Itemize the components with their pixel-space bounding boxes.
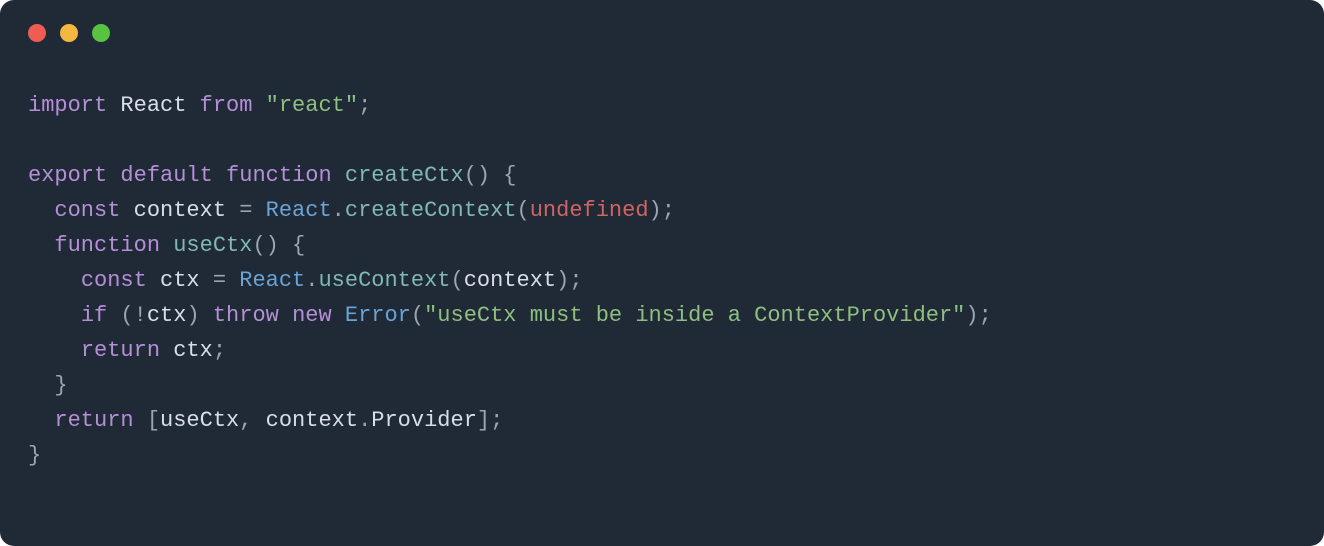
code-token: React xyxy=(239,268,305,293)
code-token xyxy=(28,338,81,363)
code-token xyxy=(160,233,173,258)
code-line: export default function createCtx() { xyxy=(28,163,517,188)
window-controls xyxy=(28,24,1296,42)
code-token: createContext xyxy=(345,198,517,223)
code-token xyxy=(160,338,173,363)
code-token xyxy=(28,268,81,293)
code-token xyxy=(332,303,345,328)
code-line: if (!ctx) throw new Error("useCtx must b… xyxy=(28,303,992,328)
code-token: ]; xyxy=(477,408,503,433)
code-token: ( xyxy=(517,198,530,223)
code-token: . xyxy=(332,198,345,223)
code-token xyxy=(120,198,133,223)
code-token: } xyxy=(28,373,68,398)
code-token: ; xyxy=(213,338,226,363)
code-token xyxy=(147,268,160,293)
code-line: return ctx; xyxy=(28,338,226,363)
code-token: React xyxy=(266,198,332,223)
code-token xyxy=(186,93,199,118)
code-token: const xyxy=(81,268,147,293)
code-token: ( xyxy=(451,268,464,293)
code-token: "useCtx must be inside a ContextProvider… xyxy=(424,303,965,328)
code-token xyxy=(213,163,226,188)
zoom-icon[interactable] xyxy=(92,24,110,42)
code-token: return xyxy=(81,338,160,363)
code-token xyxy=(28,408,54,433)
code-token: undefined xyxy=(530,198,649,223)
code-token: = xyxy=(200,268,240,293)
code-token: context xyxy=(134,198,226,223)
code-line: import React from "react"; xyxy=(28,93,371,118)
code-line: } xyxy=(28,373,68,398)
code-token: ( xyxy=(411,303,424,328)
code-token xyxy=(279,303,292,328)
code-token: ! xyxy=(134,303,147,328)
code-token: . xyxy=(305,268,318,293)
code-token: import xyxy=(28,93,107,118)
code-token: ) xyxy=(186,303,212,328)
code-token: "react" xyxy=(266,93,358,118)
code-line: } xyxy=(28,443,41,468)
code-token: from xyxy=(200,93,253,118)
code-token: ctx xyxy=(173,338,213,363)
code-token: ( xyxy=(107,303,133,328)
code-token: ctx xyxy=(160,268,200,293)
code-token: useCtx xyxy=(160,408,239,433)
code-token: function xyxy=(54,233,160,258)
code-token: ); xyxy=(649,198,675,223)
code-token: () { xyxy=(252,233,305,258)
code-token xyxy=(332,163,345,188)
code-token: ; xyxy=(358,93,371,118)
code-token: createCtx xyxy=(345,163,464,188)
code-token: default xyxy=(120,163,212,188)
code-token: throw xyxy=(213,303,279,328)
code-token: = xyxy=(226,198,266,223)
code-token: [ xyxy=(134,408,160,433)
code-token: . xyxy=(358,408,371,433)
code-token xyxy=(107,163,120,188)
code-token xyxy=(28,233,54,258)
code-token: useCtx xyxy=(173,233,252,258)
close-icon[interactable] xyxy=(28,24,46,42)
code-token: ); xyxy=(965,303,991,328)
code-line: const ctx = React.useContext(context); xyxy=(28,268,583,293)
code-line: function useCtx() { xyxy=(28,233,305,258)
code-token: } xyxy=(28,443,41,468)
code-token xyxy=(28,303,81,328)
code-token xyxy=(252,93,265,118)
code-token: , xyxy=(239,408,265,433)
code-block: import React from "react"; export defaul… xyxy=(28,88,1296,473)
code-token xyxy=(107,93,120,118)
code-token: React xyxy=(120,93,186,118)
code-window: import React from "react"; export defaul… xyxy=(0,0,1324,546)
code-token: Error xyxy=(345,303,411,328)
code-token: ); xyxy=(556,268,582,293)
code-line: const context = React.createContext(unde… xyxy=(28,198,675,223)
code-token xyxy=(28,198,54,223)
code-token: export xyxy=(28,163,107,188)
code-token: context xyxy=(266,408,358,433)
code-token: return xyxy=(54,408,133,433)
code-token: Provider xyxy=(371,408,477,433)
code-token: useContext xyxy=(318,268,450,293)
code-token: () { xyxy=(464,163,517,188)
code-token: ctx xyxy=(147,303,187,328)
code-token: function xyxy=(226,163,332,188)
code-line: return [useCtx, context.Provider]; xyxy=(28,408,503,433)
minimize-icon[interactable] xyxy=(60,24,78,42)
code-token: new xyxy=(292,303,332,328)
code-token: context xyxy=(464,268,556,293)
code-token: if xyxy=(81,303,107,328)
code-token: const xyxy=(54,198,120,223)
